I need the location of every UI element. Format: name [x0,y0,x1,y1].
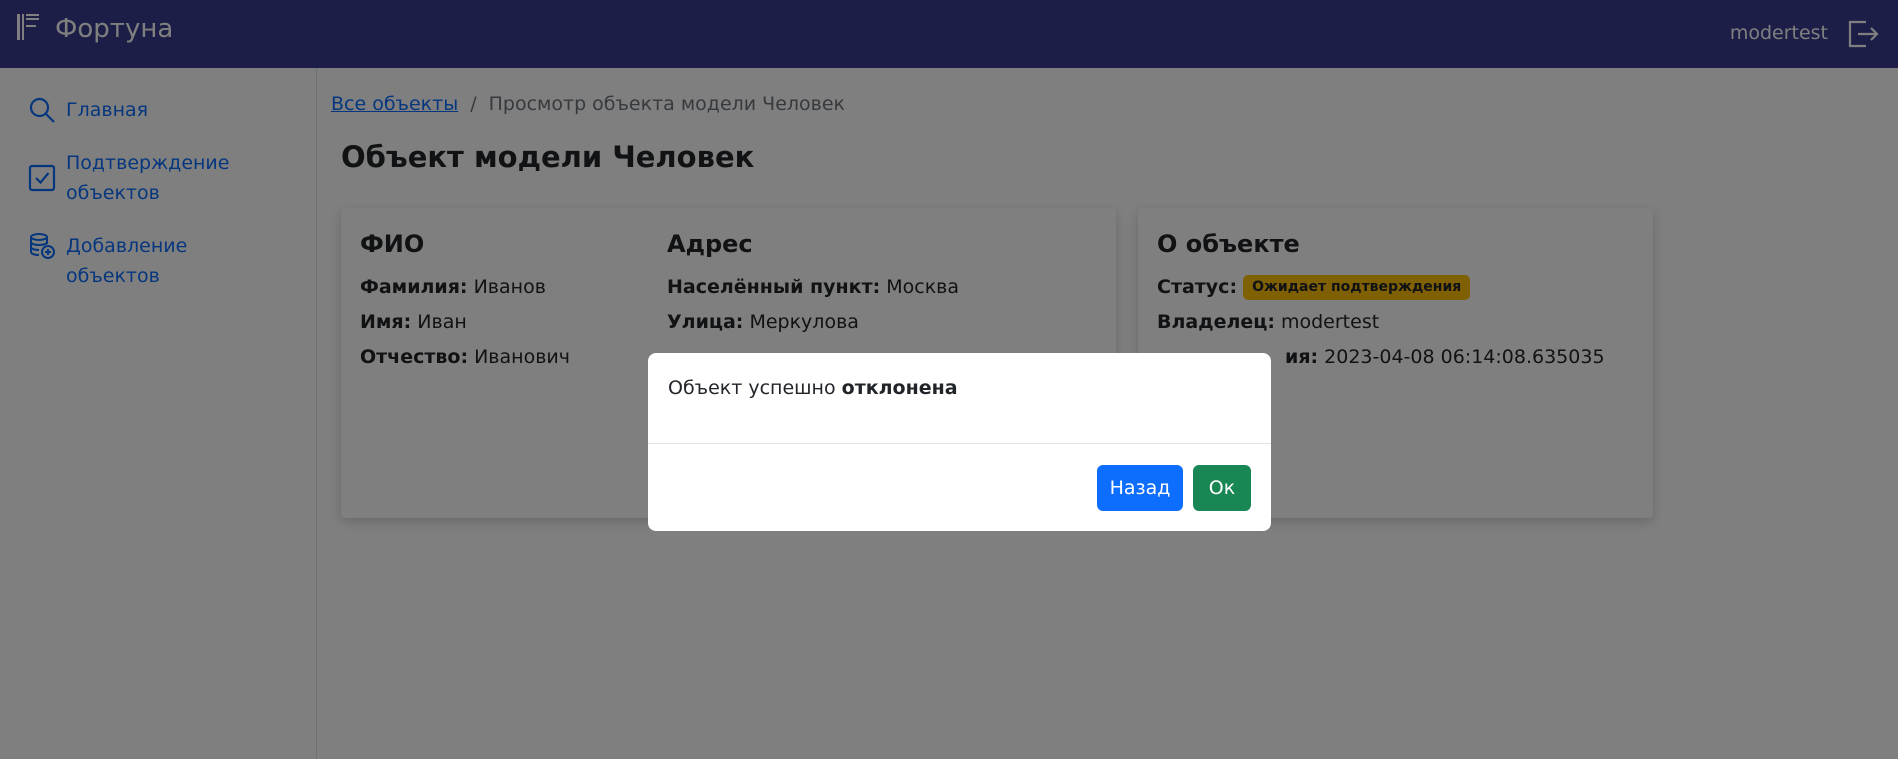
result-modal: Объект успешно отклонена Назад Ок [648,353,1271,531]
modal-divider [648,443,1271,444]
ok-button[interactable]: Ок [1193,465,1251,511]
modal-message: Объект успешно отклонена [668,377,958,399]
back-button[interactable]: Назад [1097,465,1183,511]
